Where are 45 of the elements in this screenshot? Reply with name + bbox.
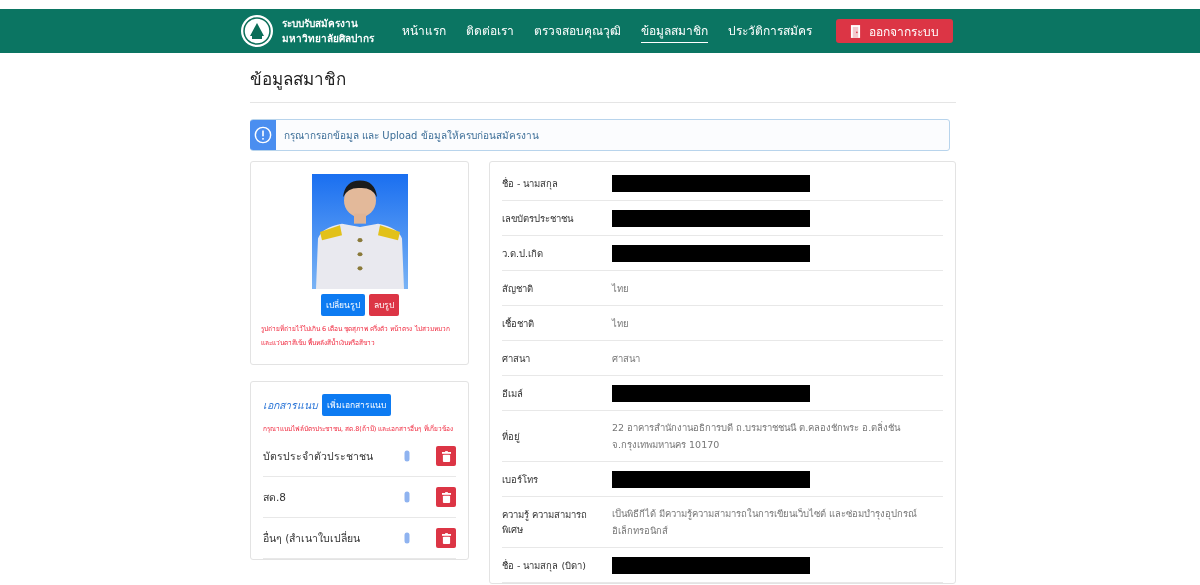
- field-label: เลขบัตรประชาชน: [502, 211, 575, 226]
- field-value: ไทย: [612, 281, 629, 296]
- alert-message: กรุณากรอกข้อมูล และ Upload ข้อมูลให้ครบก่อนสมัครงาน: [284, 128, 539, 143]
- nav-link[interactable]: ตรวจสอบคุณวุฒิ: [534, 19, 621, 43]
- info-icon: [254, 126, 272, 144]
- nav-link[interactable]: ข้อมูลสมาชิก: [641, 19, 708, 43]
- field-value: ศาสนา: [612, 351, 640, 366]
- emblem-icon[interactable]: [240, 14, 274, 48]
- attachment-name: สด.8: [263, 489, 288, 505]
- delete-photo-button[interactable]: ลบรูป: [368, 294, 399, 316]
- trash-icon: [441, 532, 451, 544]
- delete-attachment-button[interactable]: [436, 528, 456, 548]
- change-photo-button[interactable]: เปลี่ยนรูป: [320, 294, 365, 316]
- attachments-title: เอกสารแนบ: [263, 397, 318, 413]
- field-label: ชื่อ - นามสกุล: [502, 176, 560, 191]
- paperclip-icon[interactable]: [404, 491, 410, 503]
- field-label: ที่อยู่: [502, 429, 521, 444]
- delete-attachment-button[interactable]: [436, 446, 456, 466]
- field-label: ศาสนา: [502, 351, 531, 366]
- field-label: เบอร์โทร: [502, 472, 539, 487]
- logout-button[interactable]: ออกจากระบบ: [836, 19, 953, 43]
- field-value: 22 อาคารสำนักงานอธิการบดี ถ.บรมราชชนนี ต.คลองชักพระ อ.ตลิ่งชัน จ.กรุงเทพมหานคร 10170: [612, 420, 902, 453]
- trash-icon: [441, 450, 451, 462]
- nav-link[interactable]: ติดต่อเรา: [466, 19, 514, 43]
- delete-attachment-button[interactable]: [436, 487, 456, 507]
- nav-link[interactable]: ประวัติการสมัคร: [728, 19, 812, 43]
- paperclip-icon[interactable]: [404, 532, 410, 544]
- nav-link[interactable]: หน้าแรก: [402, 19, 446, 43]
- field-value: เป็นพิธีกีได้ มีความรู้ความสามารถในการเขียนเว็บไซต์ และซ่อมบำรุงอุปกรณ์อิเล็กทรอนิกส์: [612, 507, 919, 538]
- field-value: ไทย: [612, 316, 629, 331]
- field-label: เชื้อชาติ: [502, 316, 535, 331]
- door-icon: [850, 24, 861, 38]
- field-label: สัญชาติ: [502, 281, 534, 296]
- field-label: ความรู้ ความสามารถพิเศษ: [502, 508, 589, 537]
- brand-title[interactable]: ระบบรับสมัครงาน: [282, 16, 374, 31]
- paperclip-icon[interactable]: [404, 450, 410, 462]
- field-label: ชื่อ - นามสกุล (บิดา): [502, 558, 587, 573]
- field-label: อีเมล์: [502, 386, 524, 401]
- field-label: ว.ด.ป.เกิด: [502, 246, 545, 261]
- brand-subtitle[interactable]: มหาวิทยาลัยศิลปากร: [282, 31, 374, 46]
- attachment-name: บัตรประจำตัวประชาชน: [263, 448, 374, 464]
- trash-icon: [441, 491, 451, 503]
- attachment-name: อื่นๆ (สำเนาใบเปลี่ยน: [263, 530, 362, 546]
- add-attachment-button[interactable]: เพิ่มเอกสารแนบ: [322, 394, 391, 416]
- page-title: ข้อมูลสมาชิก: [250, 65, 956, 103]
